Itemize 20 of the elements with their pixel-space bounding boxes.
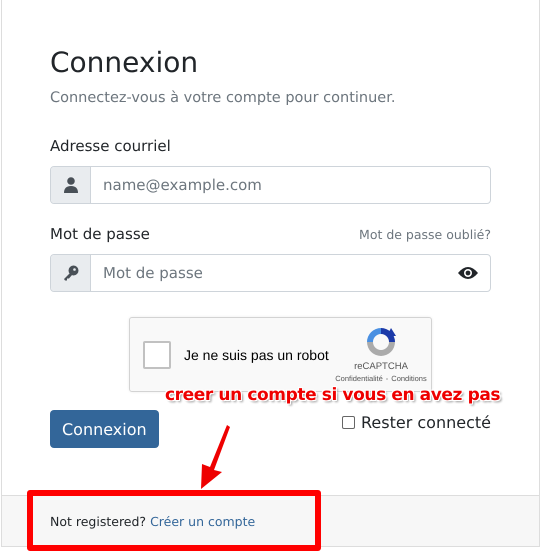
field-label: Mot de passe [50,224,150,245]
page-title: Connexion [50,45,200,81]
password-field[interactable]: Mot de passe [91,255,446,291]
create-account-link[interactable]: Créer un compte [150,514,256,528]
recaptcha-logo-icon [365,326,397,358]
field-label: Adresse courriel [50,136,171,157]
captcha-brand: reCAPTCHA [354,361,408,372]
eye-icon[interactable] [458,266,478,280]
key-icon [62,265,78,281]
password-input-group[interactable]: Mot de passe [50,254,491,292]
captcha-checkbox[interactable] [143,340,171,368]
subtitle: Connectez-vous à votre compte pour continuer. [50,89,396,108]
forgot-password-link[interactable]: Mot de passe oublié? [359,226,491,242]
annotation-text: creer un compte si vous en avez pas [165,385,500,405]
captcha-label: Je ne suis pas un robot [184,346,330,362]
login-button[interactable]: Connexion [50,410,159,448]
remember-label: Rester connecté [361,413,491,432]
remember-checkbox[interactable] [342,416,356,429]
footer-prompt: Not registered? [50,514,146,528]
user-icon [64,177,78,193]
